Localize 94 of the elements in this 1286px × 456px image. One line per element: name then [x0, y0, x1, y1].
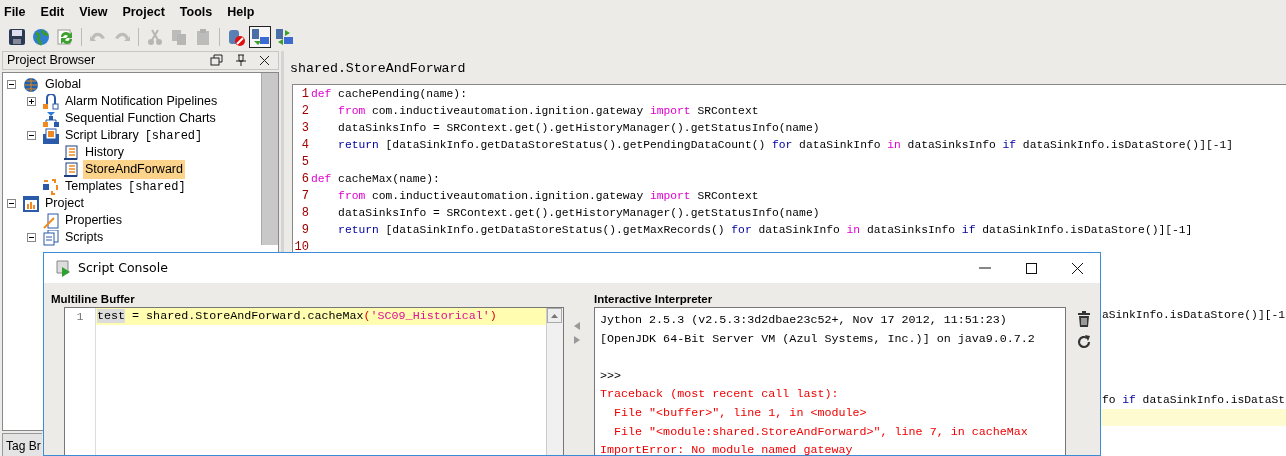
menu-item[interactable]: File — [4, 3, 26, 22]
floppy-icon — [8, 28, 26, 46]
clipboard-icon — [194, 28, 212, 46]
restore-icon — [209, 54, 223, 67]
pipeline-icon — [43, 93, 59, 110]
window-title: Script Console — [78, 258, 169, 277]
code-line: from com.inductiveautomation.ignition.gateway import SRContext — [337, 104, 759, 119]
line-number: 9 — [300, 222, 310, 239]
tree-item[interactable]: Properties — [63, 211, 124, 230]
scope-tag: [shared] — [144, 126, 203, 145]
minimize-icon — [979, 267, 991, 269]
code-line: dataSinksInfo = SRContext.get().getHistoryManager().getStatusInfo(name) — [337, 121, 820, 136]
scissors-icon — [146, 28, 164, 46]
project-window-icon — [23, 195, 39, 212]
console-line: Jython 2.5.3 (v2.5.3:3d2dbae23c52+, Nov 17 2012, 11:51:23) — [600, 312, 1008, 329]
folder-scripts-icon — [43, 127, 59, 144]
read-only-button[interactable] — [249, 26, 271, 48]
computers-icon — [275, 28, 293, 46]
tree-item[interactable]: Alarm Notification Pipelines — [63, 92, 220, 111]
line-number: 4 — [300, 137, 310, 154]
close-icon — [257, 54, 271, 67]
globe-icon — [23, 76, 39, 93]
line-number: 2 — [300, 103, 310, 120]
line-number: 10 — [293, 239, 310, 256]
line-number: 7 — [300, 188, 310, 205]
line-number: 5 — [300, 154, 310, 171]
maximize-icon — [1023, 261, 1039, 275]
code-line: def cachePending(name): — [311, 87, 467, 102]
code-line: from com.inductiveautomation.ignition.gateway import SRContext — [337, 189, 759, 204]
scripts-icon — [43, 229, 59, 246]
computers-icon — [251, 28, 269, 46]
collapse-icon[interactable] — [7, 199, 16, 208]
properties-icon — [43, 212, 59, 229]
console-line: File "<module:shared.StoreAndForward>", line 7, in cacheMax — [613, 423, 1029, 441]
code-line: aSinkInfo.isDataStore()][-1 — [1101, 308, 1286, 323]
console-line: File "<buffer>", line 1, in <module> — [613, 404, 868, 422]
save-button[interactable] — [6, 26, 28, 48]
tree-item[interactable]: Sequential Function Charts — [63, 109, 218, 128]
tree-item[interactable]: Global — [43, 75, 84, 94]
line-number: 6 — [300, 171, 310, 188]
collapse-left-icon — [573, 321, 581, 331]
panel-label: Multiline Buffer — [51, 292, 136, 307]
tree-item[interactable]: History — [83, 143, 126, 162]
menu-item[interactable]: Edit — [40, 3, 65, 22]
console-line: Traceback (most recent call last): — [600, 386, 840, 404]
menu-item[interactable]: Project — [122, 3, 165, 22]
database-stop-icon — [227, 28, 245, 46]
copy-icon — [170, 28, 188, 46]
code-editor[interactable]: 1 test = shared.StoreAndForward.cacheMax('SC09_Historical') — [64, 307, 564, 455]
code-line: dataSinksInfo = SRContext.get().getHistoryManager().getStatusInfo(name) — [337, 206, 820, 221]
close-icon — [1069, 261, 1085, 275]
console-line: >>> — [600, 367, 623, 385]
console-line: ImportError: No module named gateway — [600, 442, 854, 455]
menu-item[interactable]: Tools — [179, 3, 213, 22]
script-icon — [63, 161, 79, 178]
panel-tab[interactable]: Tag Br — [2, 433, 42, 456]
tree-item[interactable]: Templates — [63, 177, 124, 196]
tree-item[interactable]: Scripts — [63, 228, 106, 247]
collapse-right-icon — [573, 335, 581, 345]
menu-item[interactable]: Help — [227, 3, 255, 22]
collapse-icon[interactable] — [27, 131, 36, 140]
console-line: [OpenJDK 64-Bit Server VM (Azul Systems, Inc.)] on java9.0.7.2 — [600, 330, 1036, 348]
scope-tag: [shared] — [128, 177, 186, 196]
line-number: 3 — [300, 120, 310, 137]
expand-icon[interactable] — [27, 97, 36, 106]
code-line: return [dataSinkInfo.getDataStoreStatus().getPendingDataCount() for dataSinkInfo in dataSinksInfo if dataSinkInfo.isDataStore()][-1] — [337, 138, 1234, 153]
console-icon — [54, 259, 72, 277]
code-line: def cacheMax(name): — [311, 172, 440, 187]
pin-icon — [233, 54, 247, 67]
panel-label: Interactive Interpreter — [594, 292, 714, 307]
tree-item[interactable]: StoreAndForward — [83, 160, 185, 179]
scrollbar[interactable] — [546, 308, 563, 455]
script-icon — [63, 144, 79, 161]
editor-title: shared.StoreAndForward — [289, 60, 467, 78]
collapse-icon[interactable] — [7, 80, 16, 89]
menu-item[interactable]: View — [79, 3, 108, 22]
tree-item[interactable]: Script Library — [63, 126, 141, 145]
tree-item[interactable]: Project — [43, 194, 86, 213]
collapse-icon[interactable] — [27, 233, 36, 242]
templates-icon — [43, 178, 59, 195]
code-line: return [dataSinkInfo.getDataStoreStatus().getMaxRecords() for dataSinkInfo in dataSinksInfo if dataSinkInfo.isDataStore()][-1] — [337, 223, 1193, 238]
line-number: 8 — [300, 205, 310, 222]
code-line: fo if dataSinkInfo.isDataSt — [1101, 393, 1286, 408]
panel-title: Project Browser — [7, 52, 97, 70]
line-number: 1 — [75, 309, 85, 326]
read-write-button[interactable] — [273, 26, 295, 48]
globe-icon — [32, 28, 50, 46]
scrollbar[interactable] — [261, 73, 278, 245]
refresh-icon — [1077, 335, 1091, 349]
refresh-icon — [56, 28, 74, 46]
line-number: 1 — [300, 86, 310, 103]
scroll-up-icon — [547, 308, 562, 323]
trash-icon — [1077, 311, 1091, 327]
chart-flow-icon — [43, 110, 59, 127]
